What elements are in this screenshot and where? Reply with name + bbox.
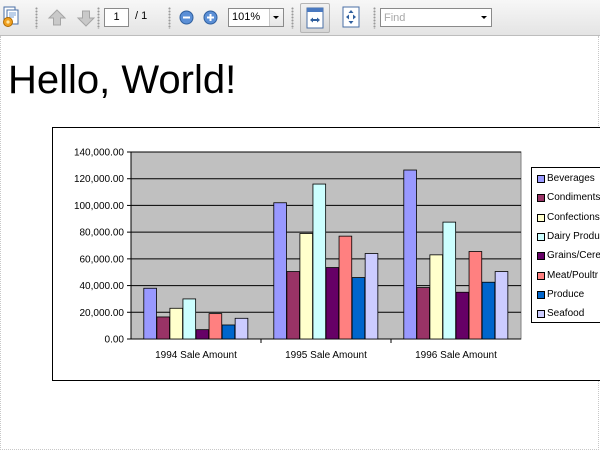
bar-grains-cere <box>195 329 210 340</box>
y-tick-label: 140,000.00 <box>74 148 124 159</box>
legend-swatch <box>537 232 545 241</box>
bar-condiments <box>286 271 300 340</box>
bar-dairy-produ <box>312 183 327 340</box>
legend-label: Seafood <box>547 308 585 320</box>
y-tick-label: 40,000.00 <box>80 281 125 292</box>
y-tick-label: 120,000.00 <box>74 174 124 185</box>
bar-grains-cere <box>325 267 340 340</box>
bar-produce <box>351 277 366 340</box>
legend-label: Dairy Produ <box>547 230 600 242</box>
legend-swatch <box>537 213 545 222</box>
legend-swatch <box>537 271 545 280</box>
bar-meat-poultr <box>208 313 223 340</box>
y-tick-label: 100,000.00 <box>74 201 124 212</box>
bar-seafood <box>234 317 249 340</box>
legend-swatch <box>537 290 545 299</box>
bar-grains-cere <box>455 291 470 340</box>
bar-seafood <box>494 271 509 340</box>
bar-condiments <box>416 287 430 340</box>
legend-swatch <box>537 194 545 203</box>
bar-seafood <box>364 253 379 340</box>
chart-legend: Beverages Condiments Confections Dairy Prod… <box>531 167 600 323</box>
bar-beverages <box>273 202 287 340</box>
legend-label: Confections <box>547 211 600 223</box>
bar-beverages <box>403 169 417 340</box>
bar-meat-poultr <box>338 235 353 340</box>
bar-confections <box>299 233 313 340</box>
y-tick-label: 0.00 <box>105 335 125 346</box>
bar-condiments <box>156 316 170 340</box>
bar-beverages <box>143 287 157 340</box>
chart-canvas: 0.00 20,000.00 40,000.00 60,000.00 80,000.00… <box>74 148 522 361</box>
y-tick-label: 20,000.00 <box>80 308 125 319</box>
legend-label: Grains/Cere <box>547 250 600 262</box>
bar-confections <box>169 307 183 340</box>
bar-dairy-produ <box>182 298 197 340</box>
legend-swatch <box>537 175 545 183</box>
bar-meat-poultr <box>468 251 483 340</box>
legend-swatch <box>537 310 545 319</box>
bar-produce <box>481 281 496 340</box>
x-category-label: 1996 Sale Amount <box>415 350 497 361</box>
legend-label: Produce <box>547 288 585 300</box>
legend-label: Condiments <box>547 192 600 204</box>
y-tick-label: 80,000.00 <box>80 228 125 239</box>
x-category-label: 1995 Sale Amount <box>285 350 367 361</box>
legend-label: Meat/Poultr <box>547 269 599 281</box>
bar-confections <box>429 254 443 340</box>
legend-label: Beverages <box>547 173 595 184</box>
y-tick-label: 60,000.00 <box>80 254 125 265</box>
bar-produce <box>221 324 236 340</box>
legend-swatch <box>537 252 545 261</box>
bar-dairy-produ <box>442 221 457 340</box>
x-category-label: 1994 Sale Amount <box>155 350 237 361</box>
